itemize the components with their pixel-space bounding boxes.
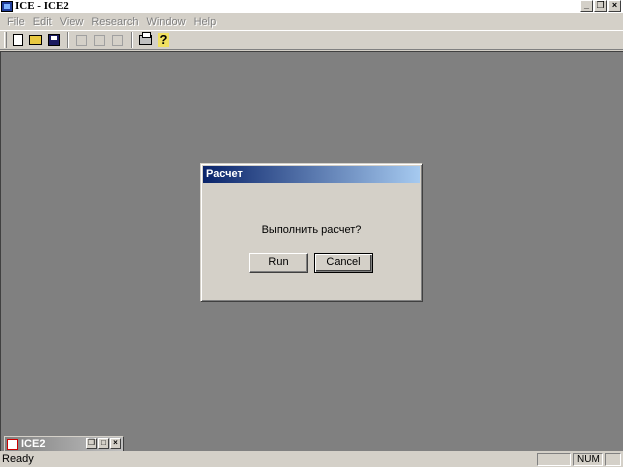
calculation-dialog: Расчет Выполнить расчет? Run Cancel bbox=[200, 163, 423, 302]
menu-file[interactable]: File bbox=[3, 16, 29, 28]
dialog-title: Расчет bbox=[206, 168, 243, 180]
cancel-button[interactable]: Cancel bbox=[314, 253, 373, 273]
menu-window[interactable]: Window bbox=[142, 16, 189, 28]
minimize-button[interactable]: _ bbox=[580, 0, 593, 12]
restore-button[interactable]: ❒ bbox=[594, 0, 607, 12]
print-button[interactable] bbox=[137, 32, 154, 49]
app-title-bar[interactable]: ICE - ICE2 _ ❒ × bbox=[0, 0, 623, 13]
child-close-button[interactable]: × bbox=[110, 438, 121, 449]
copy-icon bbox=[94, 34, 105, 46]
toolbar-grip[interactable] bbox=[4, 32, 7, 48]
save-disk-icon bbox=[47, 34, 60, 46]
help-icon: ? bbox=[158, 32, 169, 47]
toolbar-separator bbox=[67, 32, 69, 48]
copy-button[interactable] bbox=[91, 32, 108, 49]
new-document-icon bbox=[12, 34, 23, 46]
status-text: Ready bbox=[2, 453, 34, 465]
child-window-title: ICE2 bbox=[21, 438, 46, 450]
paste-button[interactable] bbox=[109, 32, 126, 49]
menu-edit[interactable]: Edit bbox=[29, 16, 56, 28]
child-restore-button[interactable]: ❒ bbox=[86, 438, 97, 449]
child-window-icon[interactable] bbox=[7, 439, 18, 450]
close-button[interactable]: × bbox=[608, 0, 621, 12]
cut-icon bbox=[76, 34, 87, 46]
dialog-message: Выполнить расчет? bbox=[261, 224, 362, 236]
save-button[interactable] bbox=[45, 32, 62, 49]
run-button[interactable]: Run bbox=[249, 253, 308, 273]
status-pane-empty bbox=[537, 453, 571, 466]
status-pane-blank bbox=[605, 453, 621, 466]
status-pane-num: NUM bbox=[573, 453, 603, 466]
child-maximize-button[interactable]: □ bbox=[98, 438, 109, 449]
menu-bar: File Edit View Research Window Help bbox=[0, 14, 623, 30]
help-button[interactable]: ? bbox=[155, 32, 172, 49]
new-button[interactable] bbox=[9, 32, 26, 49]
menu-view[interactable]: View bbox=[56, 16, 88, 28]
app-icon[interactable] bbox=[1, 1, 13, 12]
menu-help[interactable]: Help bbox=[190, 16, 221, 28]
print-icon bbox=[139, 32, 152, 45]
window-controls: _ ❒ × bbox=[580, 0, 621, 12]
cut-button[interactable] bbox=[73, 32, 90, 49]
menu-research[interactable]: Research bbox=[87, 16, 142, 28]
child-window-controls: ❒ □ × bbox=[86, 438, 121, 449]
open-folder-icon bbox=[29, 35, 42, 45]
minimized-child-window[interactable]: ICE2 ❒ □ × bbox=[4, 436, 124, 451]
toolbar: ? bbox=[0, 30, 623, 50]
open-button[interactable] bbox=[27, 32, 44, 49]
window-title: ICE - ICE2 bbox=[15, 0, 69, 12]
status-bar: Ready NUM bbox=[0, 452, 623, 467]
toolbar-separator bbox=[131, 32, 133, 48]
dialog-title-bar[interactable]: Расчет bbox=[203, 166, 420, 183]
paste-icon bbox=[112, 34, 123, 46]
